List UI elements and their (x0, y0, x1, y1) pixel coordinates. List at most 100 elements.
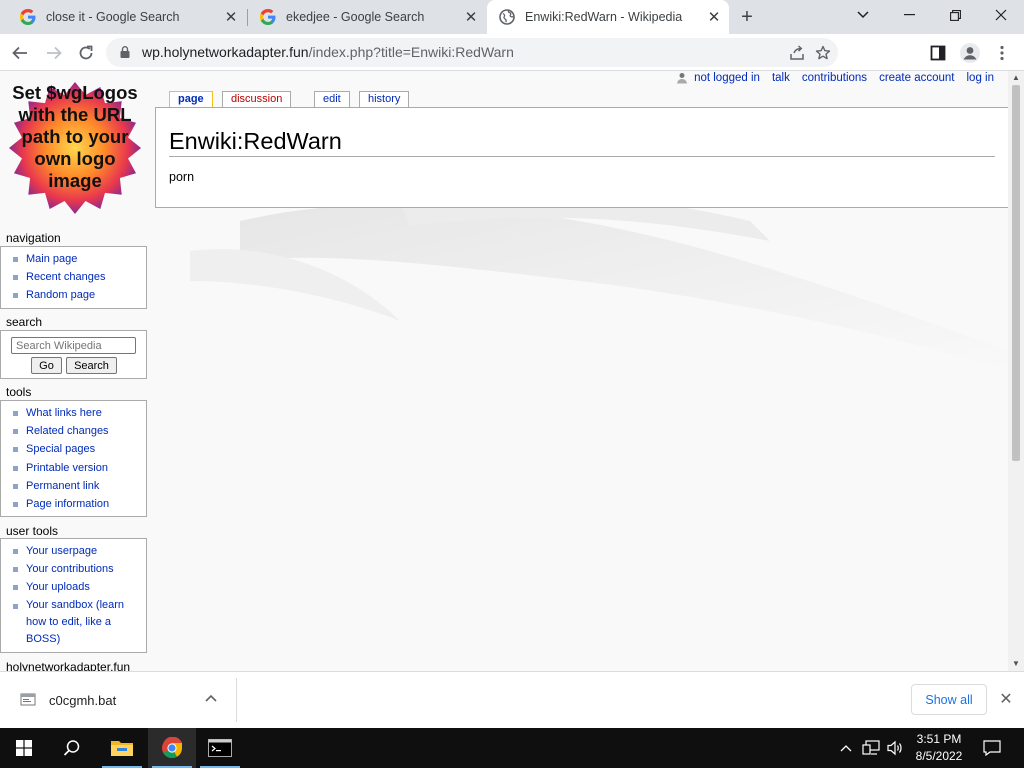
tools-what-links-here[interactable]: What links here (13, 404, 146, 422)
reload-button[interactable] (72, 39, 100, 67)
talk-link[interactable]: talk (772, 72, 790, 84)
search-button[interactable]: Search (66, 357, 117, 374)
log-in-link[interactable]: log in (967, 72, 995, 84)
tools-permanent-link[interactable]: Permanent link (13, 477, 146, 495)
browser-tab-strip: close it - Google Search ✕ ekedjee - Goo… (0, 0, 1024, 34)
download-separator (236, 678, 237, 722)
tab-edit[interactable]: edit (314, 91, 350, 107)
tools-special-pages[interactable]: Special pages (13, 440, 146, 458)
tools-page-information[interactable]: Page information (13, 495, 146, 513)
globe-favicon-icon (499, 9, 515, 25)
google-favicon-icon (260, 9, 276, 25)
user-tools-portlet: Your userpage Your contributions Your up… (0, 538, 147, 653)
background-art (190, 192, 1010, 371)
file-icon (20, 693, 36, 706)
downloads-bar: c0cgmh.bat Show all ✕ (0, 671, 1024, 728)
tab-discussion[interactable]: discussion (222, 91, 292, 107)
scroll-up-icon[interactable]: ▲ (1008, 71, 1024, 83)
contributions-link[interactable]: contributions (802, 72, 867, 84)
lock-icon[interactable] (118, 45, 132, 59)
volume-icon[interactable] (884, 728, 906, 768)
user-tools-contributions[interactable]: Your contributions (13, 560, 146, 578)
taskbar-clock[interactable]: 3:51 PM 8/5/2022 (904, 731, 974, 765)
tools-related-changes[interactable]: Related changes (13, 422, 146, 440)
url-text: wp.holynetworkadapter.fun/index.php?titl… (142, 44, 514, 60)
profile-button[interactable] (956, 39, 984, 67)
minimize-button[interactable] (886, 0, 932, 30)
nav-recent-changes[interactable]: Recent changes (13, 268, 146, 286)
go-button[interactable]: Go (31, 357, 62, 374)
taskbar-terminal[interactable] (196, 728, 244, 768)
page-content: Enwiki:RedWarn porn (155, 107, 1008, 208)
browser-tab-2[interactable]: ekedjee - Google Search ✕ (248, 0, 486, 34)
tab-search-icon[interactable] (840, 0, 886, 30)
create-account-link[interactable]: create account (879, 72, 954, 84)
close-tab-icon[interactable]: ✕ (222, 8, 240, 26)
show-hidden-icons[interactable] (836, 728, 856, 768)
share-icon[interactable] (786, 42, 808, 64)
close-window-button[interactable] (978, 0, 1024, 30)
user-icon (677, 73, 688, 84)
network-icon[interactable] (860, 728, 882, 768)
address-bar[interactable]: wp.holynetworkadapter.fun/index.php?titl… (106, 38, 838, 67)
page-title: Enwiki:RedWarn (169, 127, 995, 157)
page-scrollbar[interactable]: ▲ ▼ (1008, 71, 1024, 671)
close-tab-icon[interactable]: ✕ (705, 8, 723, 26)
nav-main-page[interactable]: Main page (13, 250, 146, 268)
close-tab-icon[interactable]: ✕ (462, 8, 480, 26)
back-button[interactable] (6, 39, 34, 67)
not-logged-in: not logged in (676, 72, 760, 84)
page-viewport: not logged in talk contributions create … (0, 71, 1024, 671)
site-heading: holynetworkadapter.fun (6, 660, 131, 671)
user-tools-uploads[interactable]: Your uploads (13, 578, 146, 596)
restore-button[interactable] (932, 0, 978, 30)
download-file-name[interactable]: c0cgmh.bat (49, 693, 116, 708)
file-explorer-icon (111, 741, 133, 756)
taskbar-chrome[interactable] (148, 728, 196, 768)
close-downloads-icon[interactable]: ✕ (997, 690, 1015, 708)
tab-title: Enwiki:RedWarn - Wikipedia (525, 10, 683, 24)
menu-icon (1000, 45, 1004, 61)
notification-icon[interactable] (980, 728, 1004, 768)
user-tools-sandbox[interactable]: Your sandbox (learn how to edit, like a … (13, 597, 146, 648)
search-input[interactable] (11, 337, 136, 354)
new-tab-button[interactable]: + (736, 6, 758, 28)
star-icon[interactable] (812, 42, 834, 64)
show-all-button[interactable]: Show all (911, 684, 987, 715)
forward-button[interactable] (40, 39, 68, 67)
user-tools-userpage[interactable]: Your userpage (13, 542, 146, 560)
site-logo[interactable]: Set $wgLogos with the URL path to your o… (8, 79, 142, 217)
start-button[interactable] (0, 728, 48, 768)
page-body-text: porn (169, 170, 195, 184)
nav-random-page[interactable]: Random page (13, 286, 146, 304)
url-host: wp.holynetworkadapter.fun (142, 44, 309, 60)
tab-title: ekedjee - Google Search (286, 10, 425, 24)
chevron-up-icon[interactable] (205, 690, 217, 705)
browser-tab-1[interactable]: close it - Google Search ✕ (0, 0, 246, 34)
chevron-up-icon (840, 745, 852, 752)
tab-history[interactable]: history (359, 91, 410, 107)
scrollbar-thumb[interactable] (1012, 85, 1020, 461)
tools-portlet: What links here Related changes Special … (0, 400, 147, 517)
search-portlet: Go Search (0, 330, 147, 379)
side-panel-button[interactable] (924, 39, 952, 67)
search-icon (63, 740, 80, 756)
navigation-portlet: Main page Recent changes Random page (0, 246, 147, 309)
windows-start-icon (16, 740, 32, 756)
profile-icon (960, 43, 980, 63)
browser-tab-active[interactable]: Enwiki:RedWarn - Wikipedia ✕ (487, 0, 729, 34)
sidepanel-icon (930, 45, 946, 61)
tools-heading: tools (6, 385, 32, 399)
scroll-down-icon[interactable]: ▼ (1008, 657, 1024, 669)
taskbar-file-explorer[interactable] (98, 728, 146, 768)
url-path: /index.php?title=Enwiki:RedWarn (308, 44, 514, 60)
browser-toolbar: wp.holynetworkadapter.fun/index.php?titl… (0, 34, 1024, 71)
taskbar-search-button[interactable] (48, 728, 96, 768)
back-arrow-icon (12, 46, 27, 60)
logo-text: Set $wgLogos with the URL path to your o… (12, 82, 138, 191)
menu-button[interactable] (988, 39, 1016, 67)
tab-page[interactable]: page (169, 91, 213, 108)
search-heading: search (6, 315, 43, 329)
navigation-heading: navigation (6, 231, 61, 245)
tools-printable-version[interactable]: Printable version (13, 459, 146, 477)
